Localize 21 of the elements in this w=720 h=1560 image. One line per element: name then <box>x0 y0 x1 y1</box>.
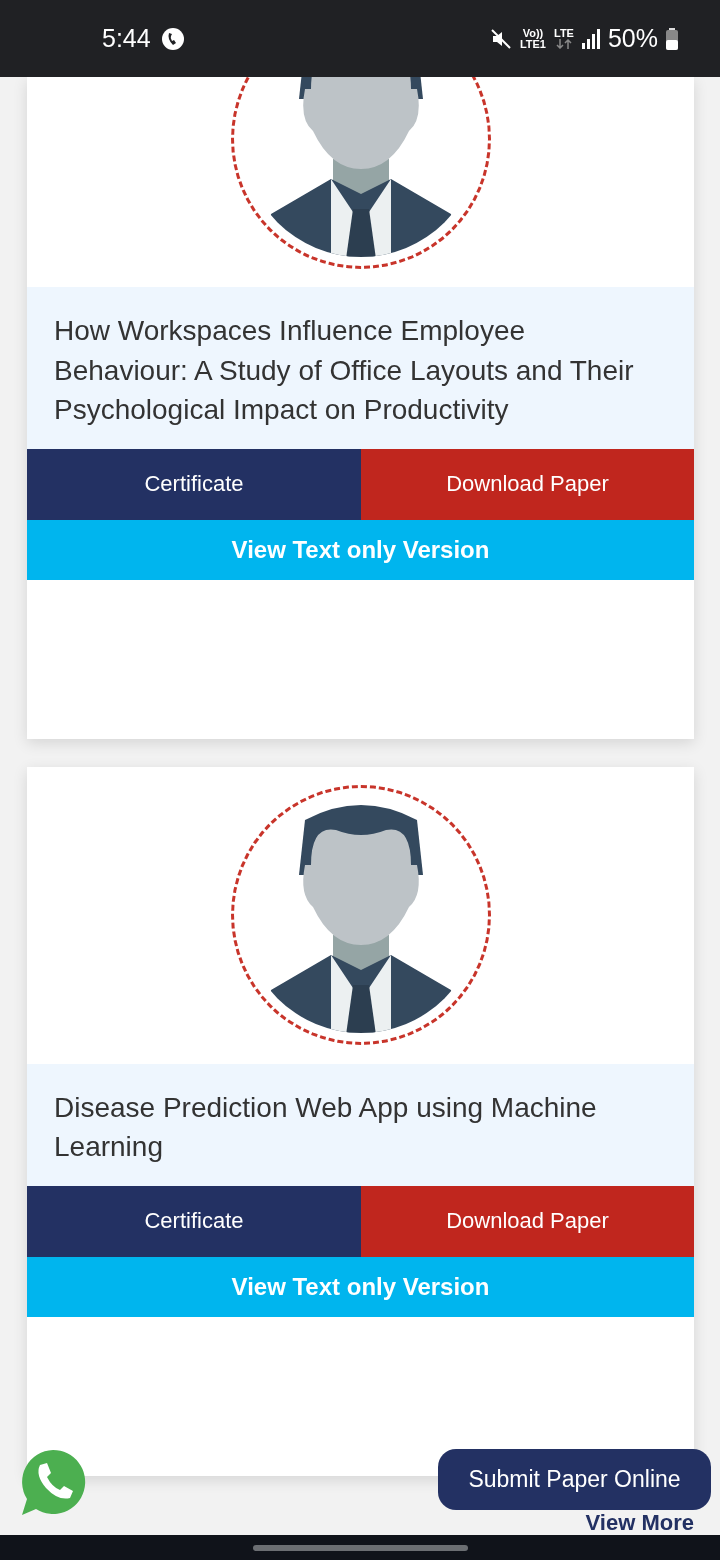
phone-icon <box>160 26 185 51</box>
sim-label: LTE1 <box>519 38 546 50</box>
signal-icon <box>581 28 600 49</box>
download-button[interactable]: Download Paper <box>361 1185 694 1257</box>
avatar-icon <box>230 77 491 269</box>
battery-percent: 50% <box>607 24 658 53</box>
paper-title: How Workspaces Influence Employee Behaviour: A Study of Office Layouts and Their Psychological Impact on Productivity <box>54 314 635 427</box>
status-time: 5:44 <box>102 24 151 53</box>
submit-paper-button[interactable]: Submit Paper Online <box>438 1449 711 1510</box>
lte-label: LTE <box>554 28 574 39</box>
avatar-icon <box>230 784 491 1045</box>
view-more-link[interactable]: View More <box>585 1511 694 1535</box>
paper-title: Disease Prediction Web App using Machine Learning <box>54 1090 598 1164</box>
battery-icon <box>666 27 678 50</box>
download-button[interactable]: Download Paper <box>361 448 694 520</box>
mute-icon <box>489 27 512 50</box>
home-handle[interactable] <box>252 1544 468 1551</box>
certificate-button[interactable]: Certificate <box>27 1185 361 1257</box>
data-arrows-icon <box>554 39 573 49</box>
volte-label: Vo)) <box>522 27 544 39</box>
certificate-button[interactable]: Certificate <box>27 448 361 520</box>
